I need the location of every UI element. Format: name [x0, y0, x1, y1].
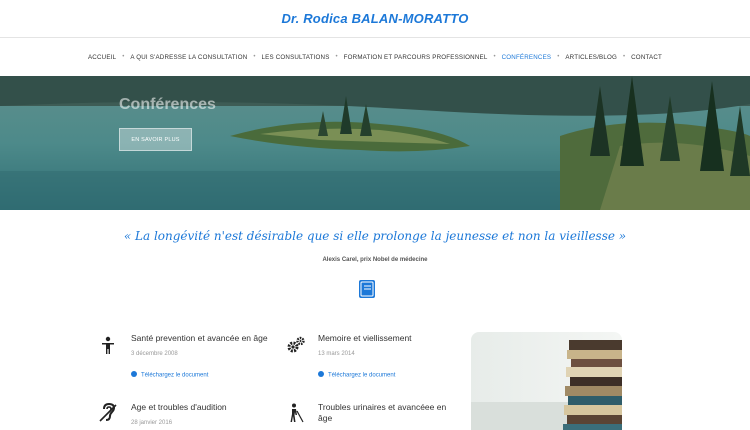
- hero-lake-image: [0, 76, 750, 210]
- download-document-link[interactable]: Téléchargez le document: [318, 371, 396, 379]
- conference-title[interactable]: Age et troubles d'audition: [131, 402, 281, 413]
- nav-separator: •: [122, 54, 125, 60]
- featured-quote: « La longévité n'est désirable que si el…: [123, 229, 627, 243]
- nav-item-contact[interactable]: CONTACT: [631, 54, 662, 61]
- download-document-link[interactable]: Téléchargez le document: [131, 371, 209, 379]
- site-title[interactable]: Dr. Rodica BALAN-MORATTO: [0, 11, 750, 26]
- conference-date: 3 décembre 2008: [131, 351, 178, 357]
- nav-separator: •: [623, 54, 626, 60]
- nav-separator: •: [253, 54, 256, 60]
- hearing-icon: [99, 403, 117, 422]
- book-icon: [359, 280, 375, 298]
- nav-item-a-qui-s-adresse[interactable]: A QUI S'ADRESSE LA CONSULTATION: [130, 54, 247, 61]
- conference-title[interactable]: Troubles urinaires et avancéee en âge: [318, 402, 458, 424]
- learn-more-button[interactable]: EN SAVOIR PLUS: [119, 128, 192, 151]
- quote-author: Alexis Carel, prix Nobel de médecine: [322, 257, 428, 263]
- nav-item-les-consultations[interactable]: LES CONSULTATIONS: [262, 54, 330, 61]
- nav-item-articles-blog[interactable]: ARTICLES/BLOG: [565, 54, 617, 61]
- gears-icon: [287, 336, 305, 353]
- nav-item-conferences[interactable]: CONFÉRENCES: [502, 54, 552, 61]
- download-link-label: Téléchargez le document: [328, 372, 396, 379]
- books-image: [471, 332, 622, 430]
- download-icon: [131, 371, 137, 377]
- nav-separator: •: [557, 54, 560, 60]
- conference-title[interactable]: Memoire et viellissement: [318, 333, 468, 344]
- nav-item-accueil[interactable]: ACCUEIL: [88, 54, 116, 61]
- conference-date: 13 mars 2014: [318, 351, 355, 357]
- walking-cane-icon: [290, 403, 304, 423]
- hero-title: Conférences: [119, 96, 216, 113]
- download-icon: [318, 371, 324, 377]
- download-link-label: Téléchargez le document: [141, 372, 209, 379]
- nav-item-formation[interactable]: FORMATION ET PARCOURS PROFESSIONNEL: [344, 54, 488, 61]
- books-photo: [471, 332, 622, 430]
- hero-banner: Conférences EN SAVOIR PLUS: [0, 76, 750, 210]
- nav-separator: •: [493, 54, 496, 60]
- person-icon: [102, 336, 114, 354]
- nav-separator: •: [335, 54, 338, 60]
- main-nav: ACCUEIL • A QUI S'ADRESSE LA CONSULTATIO…: [0, 38, 750, 76]
- conference-title[interactable]: Santé prevention et avancée en âge: [131, 333, 281, 344]
- site-header: Dr. Rodica BALAN-MORATTO: [0, 0, 750, 38]
- conference-date: 28 janvier 2016: [131, 420, 173, 426]
